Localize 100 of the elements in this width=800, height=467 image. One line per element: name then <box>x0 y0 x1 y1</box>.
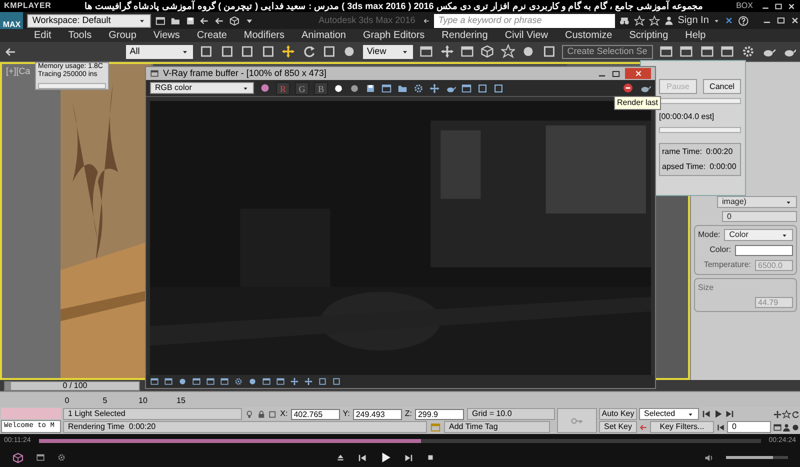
set-key-button[interactable]: Set Key <box>599 421 637 433</box>
square-icon[interactable] <box>477 82 488 94</box>
menu-item[interactable]: Animation <box>301 28 346 43</box>
window-icon[interactable] <box>700 44 714 59</box>
bulb-icon[interactable] <box>244 408 254 420</box>
auto-key-button[interactable]: Auto Key <box>599 408 637 420</box>
window-icon[interactable] <box>679 44 694 59</box>
rotate-icon[interactable] <box>790 410 800 418</box>
previous-icon[interactable] <box>356 452 366 462</box>
named-selection-field[interactable]: Create Selection Se <box>562 44 654 58</box>
window-icon[interactable] <box>772 422 782 432</box>
menu-item[interactable]: Scripting <box>629 28 668 43</box>
window-icon[interactable] <box>220 377 229 386</box>
square-icon[interactable] <box>318 377 327 386</box>
save-icon[interactable] <box>184 14 196 26</box>
menu-item[interactable]: Modifiers <box>244 28 284 43</box>
circle-icon[interactable] <box>248 377 257 386</box>
square-icon[interactable] <box>240 44 255 59</box>
menu-item[interactable]: Views <box>153 28 180 43</box>
save-icon[interactable] <box>365 82 376 94</box>
add-time-tag-button[interactable]: Add Time Tag <box>444 421 550 433</box>
menu-item[interactable]: Create <box>196 28 227 43</box>
star-icon[interactable] <box>782 410 790 418</box>
next-icon[interactable] <box>404 452 414 462</box>
mode-dropdown[interactable]: Color <box>724 229 793 241</box>
close-icon[interactable] <box>787 2 796 10</box>
menu-item[interactable]: Graph Editors <box>362 28 425 43</box>
window-icon[interactable] <box>164 377 173 386</box>
cross-icon[interactable] <box>290 377 299 386</box>
eject-icon[interactable] <box>336 453 344 462</box>
spinner-field[interactable]: 0 <box>722 211 797 222</box>
lock-icon[interactable] <box>256 408 266 420</box>
workspace-dropdown[interactable]: Workspace: Default <box>27 14 151 28</box>
window-icon[interactable] <box>276 377 285 386</box>
search-field[interactable]: Type a keyword or phrase <box>434 14 616 28</box>
window-icon[interactable] <box>36 453 45 462</box>
window-icon[interactable] <box>720 44 735 59</box>
maximize-icon[interactable] <box>611 68 621 78</box>
square-icon[interactable] <box>220 44 234 59</box>
window-icon[interactable] <box>460 44 474 59</box>
stop-icon[interactable] <box>426 453 434 462</box>
play-icon[interactable] <box>713 409 723 419</box>
window-icon[interactable] <box>154 14 166 26</box>
close-icon[interactable] <box>790 15 800 26</box>
window-icon[interactable] <box>461 82 472 94</box>
coordinate-field[interactable]: 299.9 <box>414 408 464 420</box>
previous-icon[interactable] <box>716 422 725 432</box>
binoculars-icon[interactable] <box>619 14 630 26</box>
square-icon[interactable] <box>493 82 504 94</box>
circle-icon[interactable] <box>333 82 344 94</box>
square-icon[interactable] <box>199 44 214 59</box>
volume-slider[interactable] <box>726 456 788 459</box>
stop-icon[interactable] <box>622 82 634 94</box>
close-button[interactable] <box>625 68 651 79</box>
key-mode-dropdown[interactable]: Selected <box>639 408 699 420</box>
person-icon[interactable] <box>782 422 790 432</box>
circle-icon[interactable] <box>790 422 800 432</box>
window-icon[interactable] <box>150 377 159 386</box>
window-icon[interactable] <box>206 377 215 386</box>
key-filters-button[interactable]: Key Filters... <box>650 421 714 433</box>
maximize-icon[interactable] <box>774 2 783 10</box>
square-icon[interactable] <box>542 44 556 59</box>
cube-icon[interactable] <box>480 44 495 59</box>
coordinate-field[interactable]: 249.493 <box>352 408 402 420</box>
circle-icon[interactable] <box>178 377 187 386</box>
help-icon[interactable] <box>738 14 749 26</box>
volume-icon[interactable] <box>704 452 714 462</box>
reference-coordinate-dropdown[interactable]: View <box>362 44 414 58</box>
menu-item[interactable]: Tools <box>68 28 92 43</box>
app-logo[interactable]: MAX <box>0 12 24 29</box>
frame-field[interactable]: 0 <box>727 421 771 433</box>
menu-item[interactable]: Edit <box>34 28 52 43</box>
square-icon[interactable] <box>268 408 278 420</box>
time-slider[interactable]: 0 / 100 <box>4 380 140 390</box>
previous-icon[interactable] <box>701 409 711 419</box>
coordinate-field[interactable]: 402.765 <box>290 408 340 420</box>
menu-item[interactable]: Customize <box>564 28 612 43</box>
window-icon[interactable] <box>192 377 201 386</box>
menu-item[interactable]: Rendering <box>442 28 488 43</box>
cross-icon[interactable] <box>304 377 313 386</box>
window-icon[interactable] <box>381 82 392 94</box>
slider-thumb[interactable] <box>5 382 11 390</box>
listener-field[interactable] <box>1 408 61 419</box>
channel-dropdown[interactable]: RGB color <box>150 82 254 94</box>
dialog-button[interactable]: Cancel <box>703 79 741 94</box>
channel-button[interactable]: G <box>295 82 309 94</box>
rotate-icon[interactable] <box>302 44 316 59</box>
menu-item[interactable]: Help <box>685 28 706 43</box>
sign-in-link[interactable]: Sign In <box>678 13 709 28</box>
cube-icon[interactable] <box>12 452 24 464</box>
menu-item[interactable]: Group <box>108 28 136 43</box>
square-icon[interactable] <box>322 44 336 59</box>
next-icon[interactable] <box>725 409 735 419</box>
square-icon[interactable] <box>260 44 276 59</box>
channel-button[interactable]: B <box>314 82 328 94</box>
window-icon[interactable] <box>659 44 674 59</box>
cube-icon[interactable] <box>229 14 240 26</box>
window-icon[interactable] <box>419 44 434 59</box>
maximize-icon[interactable] <box>776 15 786 26</box>
color-swatch[interactable] <box>735 244 793 256</box>
